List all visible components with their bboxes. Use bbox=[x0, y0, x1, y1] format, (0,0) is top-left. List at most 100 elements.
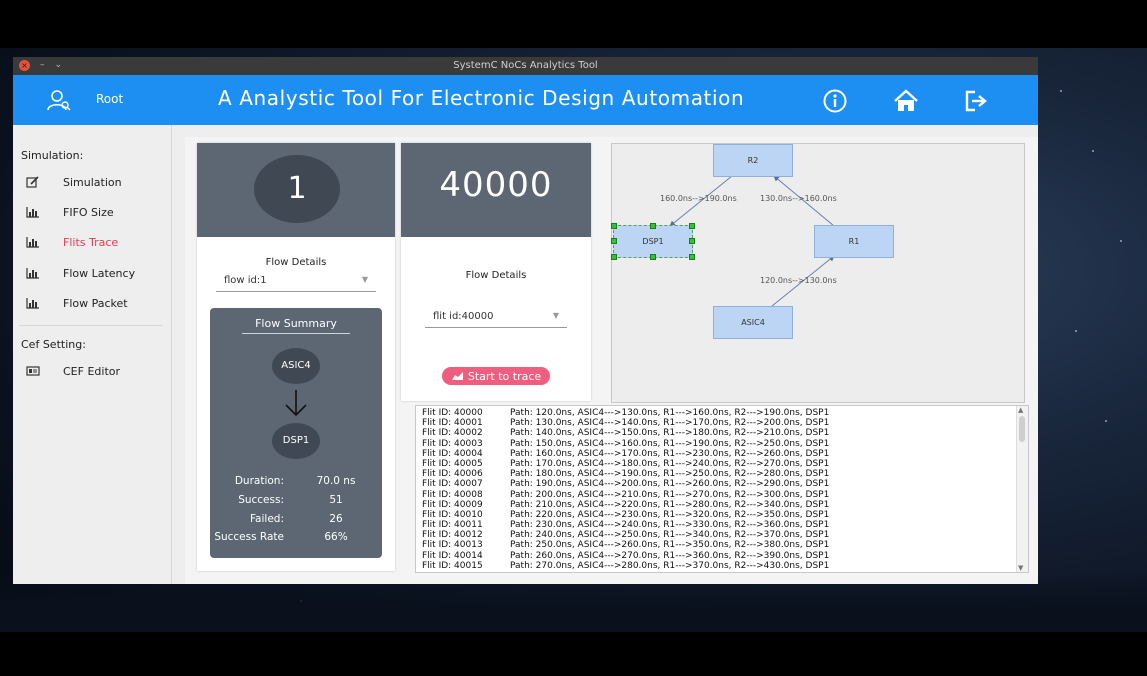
user-icon[interactable] bbox=[47, 89, 71, 111]
main-content: 1 Flow Details flow id:1 ▼ Flow Summary … bbox=[185, 137, 1038, 584]
bar-chart-icon bbox=[25, 235, 41, 249]
start-trace-button[interactable]: Start to trace bbox=[442, 367, 550, 385]
desktop-bottom-bar bbox=[0, 632, 1147, 676]
log-row: Flit ID: 40000 Path: 120.0ns, ASIC4--->13… bbox=[422, 408, 830, 418]
destination-node: DSP1 bbox=[272, 423, 320, 459]
edit-icon bbox=[25, 175, 41, 189]
bar-chart-icon bbox=[25, 205, 41, 219]
flit-card: 40000 Flow Details flit id:40000 ▼ Start… bbox=[401, 143, 591, 401]
edge-label-r1-r2: 130.0ns-->160.0ns bbox=[760, 194, 837, 203]
edge-label-asic4-r1: 120.0ns-->130.0ns bbox=[760, 276, 837, 285]
success-value: 51 bbox=[329, 494, 343, 506]
selection-handle[interactable] bbox=[689, 254, 695, 260]
bar-chart-icon bbox=[25, 296, 41, 310]
window-maximize-button[interactable]: ⌄ bbox=[55, 60, 63, 71]
user-name: Root bbox=[96, 92, 124, 106]
window-titlebar: × – ⌄ SystemC NoCs Analytics Tool bbox=[13, 57, 1038, 75]
sidebar-item-label: Flow Packet bbox=[63, 296, 128, 310]
chevron-down-icon: ▼ bbox=[361, 275, 368, 284]
arrow-down-icon bbox=[285, 390, 307, 417]
success-label: Success: bbox=[238, 494, 284, 506]
log-scrollbar[interactable]: ▲ ▼ bbox=[1016, 406, 1028, 572]
log-row: Flit ID: 40006 Path: 180.0ns, ASIC4--->19… bbox=[422, 469, 830, 480]
log-row: Flit ID: 40015 Path: 270.0ns, ASIC4--->28… bbox=[422, 560, 830, 571]
cef-section-title: Cef Setting: bbox=[21, 338, 86, 351]
log-row: Flit ID: 40011 Path: 230.0ns, ASIC4--->24… bbox=[422, 520, 830, 531]
app-window: × – ⌄ SystemC NoCs Analytics Tool Root A… bbox=[13, 57, 1038, 584]
selection-handle[interactable] bbox=[650, 223, 656, 229]
sidebar-item-label: Flits Trace bbox=[63, 235, 119, 249]
selection-handle[interactable] bbox=[611, 254, 617, 260]
sidebar-item-flow-packet[interactable]: Flow Packet bbox=[21, 292, 163, 314]
success-rate-label: Success Rate bbox=[214, 531, 284, 543]
log-row: Flit ID: 40002 Path: 140.0ns, ASIC4--->15… bbox=[422, 428, 830, 439]
failed-value: 26 bbox=[329, 513, 343, 525]
scroll-thumb[interactable] bbox=[1019, 416, 1025, 442]
duration-value: 70.0 ns bbox=[316, 475, 356, 487]
log-row: Flit ID: 40009 Path: 210.0ns, ASIC4--->22… bbox=[422, 499, 830, 510]
flow-summary-panel: Flow Summary ASIC4 DSP1 Duration: 70.0 n… bbox=[210, 308, 382, 558]
app-header: Root A Analystic Tool For Electronic Des… bbox=[13, 75, 1038, 125]
scroll-up-icon[interactable]: ▲ bbox=[1018, 406, 1023, 414]
log-row: Flit ID: 40003 Path: 150.0ns, ASIC4--->16… bbox=[422, 438, 830, 449]
sidebar-divider bbox=[19, 325, 163, 326]
sidebar-item-simulation[interactable]: Simulation bbox=[21, 171, 163, 193]
edge-label-r2-dsp1: 160.0ns-->190.0ns bbox=[660, 194, 737, 203]
selection-handle[interactable] bbox=[650, 254, 656, 260]
flit-trace-log[interactable]: Flit ID: 40000 Path: 120.0ns, ASIC4--->13… bbox=[415, 405, 1029, 573]
sidebar-item-label: CEF Editor bbox=[63, 364, 121, 378]
window-minimize-button[interactable]: – bbox=[40, 60, 45, 71]
source-node: ASIC4 bbox=[272, 348, 320, 384]
flow-id-select[interactable]: flow id:1 ▼ bbox=[216, 273, 376, 292]
app-heading: A Analystic Tool For Electronic Design A… bbox=[218, 86, 745, 110]
log-row: Flit ID: 40004 Path: 160.0ns, ASIC4--->17… bbox=[422, 448, 830, 459]
flit-card-header: 40000 bbox=[401, 143, 591, 237]
selection-handle[interactable] bbox=[611, 223, 617, 229]
chevron-down-icon: ▼ bbox=[552, 311, 559, 320]
start-trace-label: Start to trace bbox=[467, 369, 542, 383]
log-row: Flit ID: 40007 Path: 190.0ns, ASIC4--->20… bbox=[422, 479, 830, 490]
flow-card-header: 1 bbox=[197, 143, 395, 237]
log-row: Flit ID: 40013 Path: 250.0ns, ASIC4--->26… bbox=[422, 540, 830, 551]
duration-label: Duration: bbox=[234, 475, 284, 487]
selection-handle[interactable] bbox=[611, 238, 617, 244]
simulation-section-title: Simulation: bbox=[21, 149, 84, 162]
window-title: SystemC NoCs Analytics Tool bbox=[453, 60, 598, 71]
flow-number: 1 bbox=[254, 155, 340, 223]
flit-id-select[interactable]: flit id:40000 ▼ bbox=[425, 309, 567, 328]
log-row: Flit ID: 40012 Path: 240.0ns, ASIC4--->25… bbox=[422, 530, 830, 541]
sidebar-item-label: Simulation bbox=[63, 175, 122, 189]
sidebar-item-flits-trace[interactable]: Flits Trace bbox=[21, 231, 163, 253]
sidebar-item-fifo-size[interactable]: FIFO Size bbox=[21, 201, 163, 223]
log-row: Flit ID: 40008 Path: 200.0ns, ASIC4--->21… bbox=[422, 489, 830, 500]
log-row: Flit ID: 40014 Path: 260.0ns, ASIC4--->27… bbox=[422, 550, 830, 561]
node-asic4[interactable]: ASIC4 bbox=[713, 306, 793, 339]
selection-handle[interactable] bbox=[689, 223, 695, 229]
logout-icon[interactable] bbox=[963, 88, 989, 114]
route-edges bbox=[669, 175, 835, 307]
editor-icon bbox=[25, 364, 41, 378]
sidebar: Simulation: Simulation FIFO Size Flits T… bbox=[13, 125, 172, 584]
sidebar-item-label: FIFO Size bbox=[63, 205, 114, 219]
success-rate-value: 66% bbox=[324, 531, 348, 543]
selection-handle[interactable] bbox=[689, 238, 695, 244]
log-row: Flit ID: 40010 Path: 220.0ns, ASIC4--->23… bbox=[422, 509, 830, 520]
node-r2[interactable]: R2 bbox=[713, 144, 793, 177]
failed-label: Failed: bbox=[249, 513, 284, 525]
sidebar-item-cef-editor[interactable]: CEF Editor bbox=[21, 360, 163, 382]
flit-id-value: flit id:40000 bbox=[433, 311, 494, 322]
bar-chart-icon bbox=[25, 266, 41, 280]
info-icon[interactable] bbox=[822, 88, 848, 114]
log-row: Flit ID: 40001 Path: 130.0ns, ASIC4--->14… bbox=[422, 418, 830, 429]
home-icon[interactable] bbox=[893, 88, 919, 114]
scroll-down-icon[interactable]: ▼ bbox=[1018, 564, 1023, 572]
window-close-button[interactable]: × bbox=[19, 60, 30, 71]
node-r1[interactable]: R1 bbox=[814, 225, 894, 258]
sidebar-item-flow-latency[interactable]: Flow Latency bbox=[21, 262, 163, 284]
sidebar-item-label: Flow Latency bbox=[63, 266, 136, 280]
area-chart-icon bbox=[451, 372, 463, 380]
flow-details-label: Flow Details bbox=[265, 257, 327, 268]
desktop-top-bar bbox=[0, 0, 1147, 48]
route-graph[interactable]: R2 R1 DSP1 ASIC4 160.0ns-->190.0ns 130.0… bbox=[611, 143, 1025, 403]
flow-card: 1 Flow Details flow id:1 ▼ Flow Summary … bbox=[197, 143, 395, 571]
